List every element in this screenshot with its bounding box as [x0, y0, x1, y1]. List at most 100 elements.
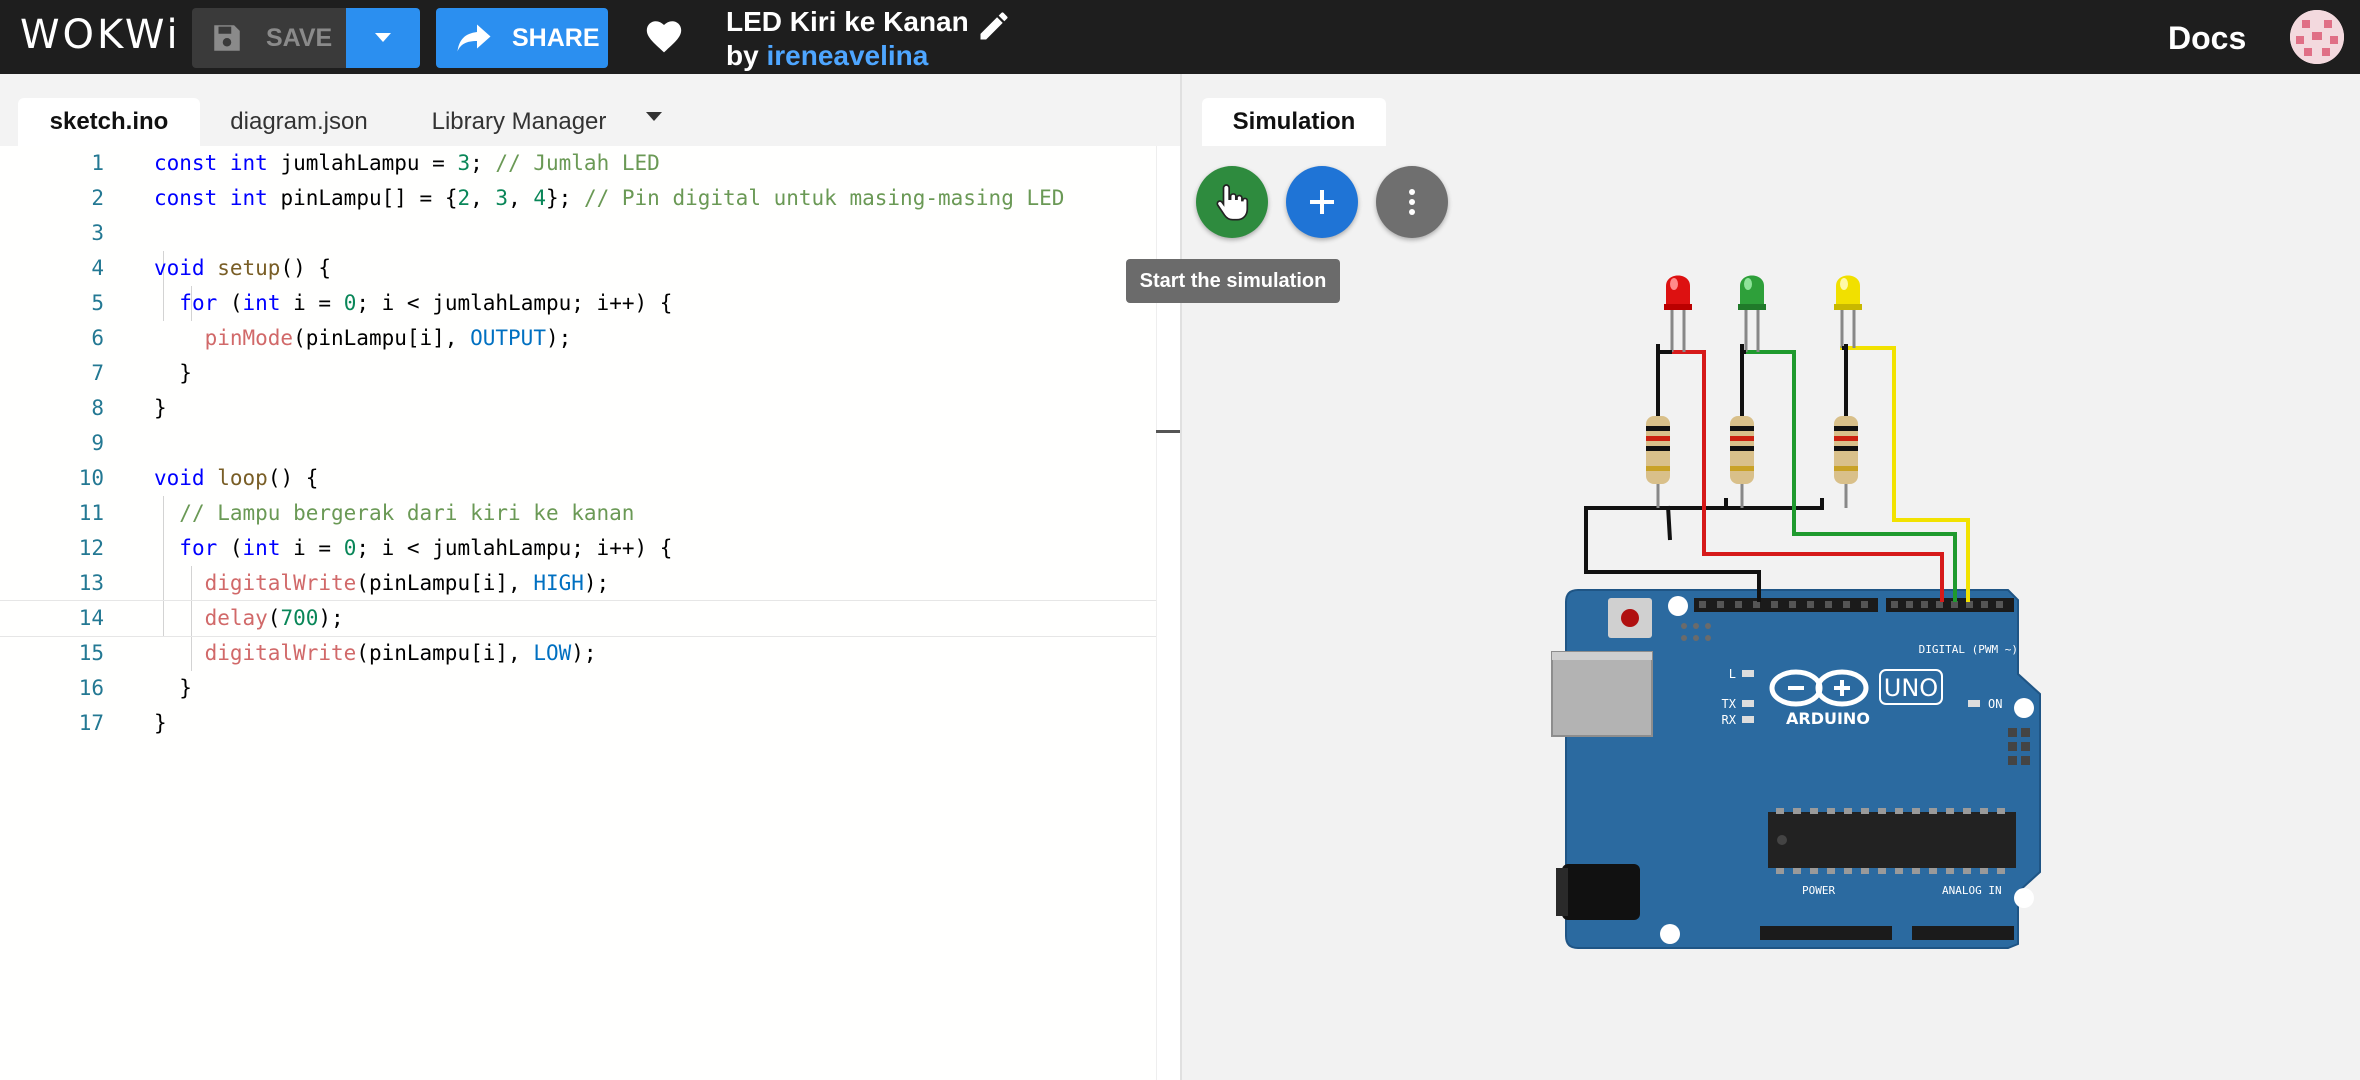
heart-icon[interactable] [644, 18, 684, 54]
chip-pin [1912, 868, 1920, 874]
code-area[interactable]: 1 const int jumlahLampu = 3; // Jumlah LE… [0, 146, 1157, 1080]
circuit-canvas: DIGITAL (PWM ~) L TX RX UNO ARDUINO ON P… [1551, 275, 2041, 949]
usb-port [1551, 651, 1653, 737]
yellow-wire[interactable] [1840, 346, 1970, 602]
line-number: 10 [78, 466, 104, 490]
header-pin [1996, 601, 2003, 608]
resistor-3[interactable] [1834, 416, 1858, 508]
chip-pin [1963, 868, 1971, 874]
code-line[interactable]: 14 delay(700); [0, 600, 1157, 637]
rx-led-label: RX [1722, 713, 1737, 727]
code-line[interactable]: 1 const int jumlahLampu = 3; // Jumlah LE… [0, 146, 1156, 181]
header-pin [1906, 601, 1913, 608]
floppy-disk-icon [214, 25, 240, 51]
code-line[interactable]: 9 [0, 426, 1156, 461]
line-text[interactable]: pinMode(pinLampu[i], OUTPUT); [154, 321, 572, 356]
chip-pin [1929, 868, 1937, 874]
resistor-2[interactable] [1730, 416, 1754, 508]
line-text[interactable]: } [154, 671, 192, 706]
code-line[interactable]: 16 } [0, 671, 1156, 706]
line-text[interactable]: void loop() { [154, 461, 318, 496]
code-line[interactable]: 15 digitalWrite(pinLampu[i], LOW); [0, 636, 1156, 671]
chip-pin [1895, 868, 1903, 874]
header-pin [1771, 601, 1778, 608]
docs-link[interactable]: Docs [2168, 20, 2246, 57]
red-wire[interactable] [1672, 350, 1944, 602]
code-editor-pane: sketch.ino diagram.json Library Manager … [0, 74, 1181, 1080]
line-number: 1 [91, 151, 104, 175]
project-author: by ireneavelina [726, 40, 928, 72]
analog-in-label: ANALOG IN [1942, 884, 2002, 897]
line-text[interactable]: void setup() { [154, 251, 331, 286]
save-label: SAVE [266, 23, 333, 52]
line-number: 5 [91, 291, 104, 315]
code-line[interactable]: 5 for (int i = 0; i < jumlahLampu; i++) … [0, 286, 1156, 321]
code-line[interactable]: 4 void setup() { [0, 251, 1156, 286]
code-line[interactable]: 12 for (int i = 0; i < jumlahLampu; i++)… [0, 531, 1156, 566]
tabs-menu-caret-icon[interactable] [646, 112, 662, 121]
header-pin [1717, 601, 1724, 608]
header-pin [1921, 601, 1928, 608]
wokwi-logo[interactable]: WOKWi [20, 10, 181, 60]
tab-sketch-ino[interactable]: sketch.ino [18, 98, 200, 146]
header-pin [1753, 601, 1760, 608]
line-text[interactable]: } [154, 391, 167, 426]
chip-pin [1997, 808, 2005, 814]
tab-library-manager[interactable]: Library Manager [414, 98, 624, 146]
chip-pin [1793, 868, 1801, 874]
line-number: 14 [78, 606, 104, 630]
header-pin [1966, 601, 1973, 608]
line-number: 11 [78, 501, 104, 525]
led-red[interactable] [1664, 275, 1692, 353]
save-options-button[interactable] [346, 8, 420, 68]
chip-pin [1827, 808, 1835, 814]
save-button[interactable]: SAVE [192, 8, 346, 68]
line-text[interactable]: } [154, 706, 167, 741]
line-text[interactable]: for (int i = 0; i < jumlahLampu; i++) { [154, 531, 672, 566]
project-title: LED Kiri ke Kanan [726, 6, 969, 37]
header-pin [1735, 601, 1742, 608]
header-pin [1891, 601, 1898, 608]
chip-pin [1776, 868, 1784, 874]
code-line[interactable]: 2 const int pinLampu[] = {2, 3, 4}; // Pi… [0, 181, 1156, 216]
chip-pin [1861, 808, 1869, 814]
line-text[interactable]: digitalWrite(pinLampu[i], HIGH); [154, 566, 610, 601]
line-number: 12 [78, 536, 104, 560]
avatar-pattern-icon [2290, 10, 2344, 64]
line-text[interactable]: } [154, 356, 192, 391]
led-green[interactable] [1738, 275, 1766, 353]
code-line[interactable]: 6 pinMode(pinLampu[i], OUTPUT); [0, 321, 1156, 356]
author-link[interactable]: ireneavelina [766, 40, 928, 71]
line-text[interactable]: // Lampu bergerak dari kiri ke kanan [154, 496, 634, 531]
line-text[interactable]: const int jumlahLampu = 3; // Jumlah LED [154, 146, 660, 181]
code-line[interactable]: 13 digitalWrite(pinLampu[i], HIGH); [0, 566, 1156, 601]
header-pin [1789, 601, 1796, 608]
line-text[interactable]: const int pinLampu[] = {2, 3, 4}; // Pin… [154, 181, 1064, 216]
line-text[interactable]: digitalWrite(pinLampu[i], LOW); [154, 636, 597, 671]
led-yellow[interactable] [1834, 275, 1862, 349]
arduino-uno-board[interactable]: DIGITAL (PWM ~) L TX RX UNO ARDUINO ON P… [1551, 589, 2041, 949]
share-button[interactable]: SHARE [436, 8, 608, 68]
caret-down-icon [375, 33, 391, 42]
line-number: 3 [91, 221, 104, 245]
code-line[interactable]: 10 void loop() { [0, 461, 1156, 496]
line-number: 16 [78, 676, 104, 700]
code-line[interactable]: 17} [0, 706, 1156, 741]
code-line[interactable]: 7 } [0, 356, 1156, 391]
resistor-1[interactable] [1646, 416, 1670, 508]
tab-diagram-json[interactable]: diagram.json [214, 98, 384, 146]
chip-pin [1793, 808, 1801, 814]
line-number: 4 [91, 256, 104, 280]
code-line[interactable]: 8} [0, 391, 1156, 426]
avatar[interactable] [2290, 10, 2344, 64]
header-pin [1951, 601, 1958, 608]
l-led-label: L [1729, 667, 1736, 681]
pencil-icon[interactable] [976, 8, 1012, 44]
top-bar: WOKWi SAVE SHARE LED Kiri ke Kanan by ir… [0, 0, 2360, 74]
code-line[interactable]: 11 // Lampu bergerak dari kiri ke kanan [0, 496, 1156, 531]
line-text[interactable]: for (int i = 0; i < jumlahLampu; i++) { [154, 286, 672, 321]
chip-pin [1929, 808, 1937, 814]
on-led-label: ON [1988, 697, 2002, 711]
code-line[interactable]: 3 [0, 216, 1156, 251]
line-text[interactable]: delay(700); [154, 601, 344, 636]
